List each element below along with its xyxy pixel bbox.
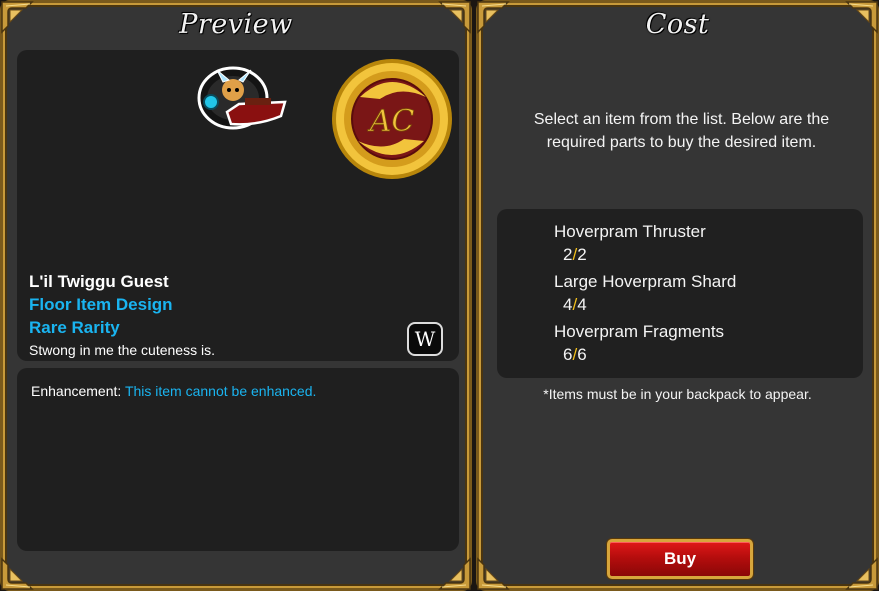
item-description: Stwong in me the cuteness is.	[29, 342, 215, 358]
ac-coin-icon: AC	[332, 59, 452, 179]
item-type: Floor Item Design	[29, 295, 173, 314]
enhancement-line: Enhancement: This item cannot be enhance…	[31, 383, 316, 399]
part-need: 2	[577, 245, 587, 264]
cost-panel: Cost Select an item from the list. Below…	[476, 0, 879, 591]
frame-corner-ornament	[845, 557, 879, 591]
part-count: 2/2	[563, 245, 587, 265]
preview-title: Preview	[179, 9, 293, 40]
required-parts-box: Hoverpram Thruster 2/2 Large Hoverpram S…	[497, 209, 863, 378]
wiki-button[interactable]: W	[407, 322, 443, 356]
enhancement-value: This item cannot be enhanced.	[124, 383, 317, 399]
part-name: Hoverpram Thruster	[554, 222, 706, 241]
frame-corner-ornament	[438, 557, 472, 591]
part-need: 6	[577, 345, 587, 364]
enhancement-label: Enhancement:	[31, 383, 122, 399]
enhancement-box: Enhancement: This item cannot be enhance…	[17, 368, 459, 551]
frame-corner-ornament	[0, 557, 34, 591]
part-name: Large Hoverpram Shard	[554, 272, 737, 291]
cost-title: Cost	[645, 9, 710, 40]
coin-label: AC	[367, 104, 415, 139]
part-count: 4/4	[563, 295, 587, 315]
item-preview-box: AC L'il Twiggu Guest Floor Item Design R…	[17, 50, 459, 361]
part-name: Hoverpram Fragments	[554, 322, 725, 341]
frame-corner-ornament	[476, 557, 510, 591]
preview-panel: Preview AC L'il Twiggu Guest Floor Item …	[0, 0, 472, 591]
item-rarity: Rare Rarity	[29, 318, 120, 337]
item-image	[197, 66, 287, 130]
part-need: 4	[577, 295, 587, 314]
item-name: L'il Twiggu Guest	[29, 272, 169, 291]
part-count: 6/6	[563, 345, 587, 365]
backpack-footnote: *Items must be in your backpack to appea…	[543, 386, 812, 402]
buy-button[interactable]: Buy	[607, 539, 753, 579]
instructions-text: Select an item from the list. Below are …	[533, 111, 830, 151]
